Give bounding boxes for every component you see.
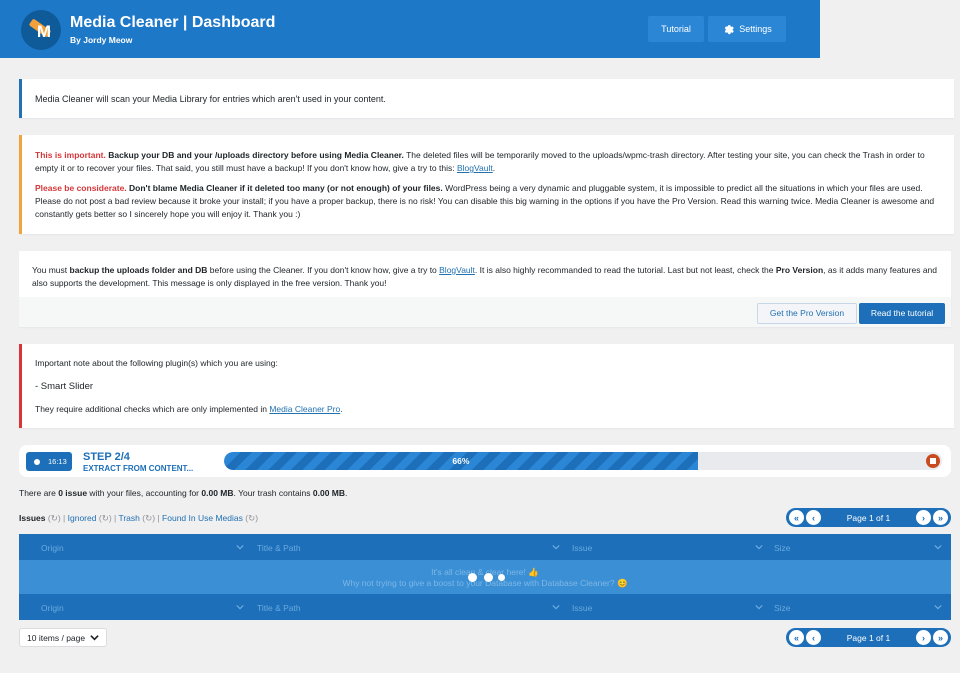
media-cleaner-logo: M xyxy=(21,10,61,50)
table-footer-header: Origin Title & Path Issue Size xyxy=(19,594,951,620)
plugin-compat-notice: Important note about the following plugi… xyxy=(19,344,954,428)
summary-text-2: with your files, accounting for xyxy=(87,488,202,498)
col-issue[interactable]: Issue xyxy=(572,543,592,553)
last-page-button[interactable]: » xyxy=(933,510,948,525)
plugin-notice-footer: They require additional checks which are… xyxy=(35,403,343,416)
chevron-down-icon xyxy=(90,635,99,641)
scan-summary: There are 0 issue with your files, accou… xyxy=(19,488,347,498)
progress-fill: 66% xyxy=(224,452,698,470)
pro-text-1: You must xyxy=(32,265,70,275)
pro-text-3: . It is also highly recommanded to read … xyxy=(474,265,776,275)
get-pro-version-button[interactable]: Get the Pro Version xyxy=(757,303,857,324)
filter-trash[interactable]: Trash xyxy=(118,513,139,523)
warning-paragraph-1: This is important. Backup your DB and yo… xyxy=(35,149,941,175)
scan-progress-card: 16:13 STEP 2/4 EXTRACT FROM CONTENT... 6… xyxy=(19,445,951,477)
read-tutorial-button[interactable]: Read the tutorial xyxy=(859,303,945,324)
chevron-down-icon xyxy=(552,544,560,550)
warning-bold-2: Don't blame Media Cleaner if it deleted … xyxy=(126,183,443,193)
filter-issues-count: (↻) xyxy=(47,513,61,523)
summary-text-4: . xyxy=(345,488,348,498)
pro-bold-2: Pro Version xyxy=(775,265,824,275)
blogvault-link-2[interactable]: BlogVault xyxy=(439,265,475,275)
summary-text-3: . Your trash contains xyxy=(233,488,313,498)
filter-tabs: Issues (↻) | Ignored (↻) | Trash (↻) | F… xyxy=(19,513,258,524)
summary-text-1: There are xyxy=(19,488,59,498)
plugin-text-2: . xyxy=(340,404,343,414)
pagination-bottom: « ‹ Page 1 of 1 › » xyxy=(786,628,951,647)
filter-trash-count: (↻) xyxy=(142,513,156,523)
summary-trash: 0.00 MB xyxy=(312,488,346,498)
timer-pill[interactable]: 16:13 xyxy=(26,452,72,471)
table-body: It's all clean & clear here! 👍 Why not t… xyxy=(19,560,951,594)
step-label: EXTRACT FROM CONTENT... xyxy=(83,464,194,473)
col-title-path[interactable]: Title & Path xyxy=(257,603,301,613)
last-page-button[interactable]: » xyxy=(933,630,948,645)
step-number: STEP 2/4 xyxy=(83,451,130,463)
filter-found-in-use[interactable]: Found In Use Medias xyxy=(162,513,243,523)
tutorial-button-label: Tutorial xyxy=(661,24,691,34)
pro-version-notice: You must backup the uploads folder and D… xyxy=(19,251,951,327)
warning-bold-1: Backup your DB and your /uploads directo… xyxy=(105,150,404,160)
chevron-down-icon xyxy=(236,544,244,550)
progress-percent: 66% xyxy=(452,456,470,466)
warning-end-1: . xyxy=(492,163,496,173)
col-size[interactable]: Size xyxy=(774,603,791,613)
col-size[interactable]: Size xyxy=(774,543,791,553)
plugin-name: - Smart Slider xyxy=(35,381,94,392)
chevron-down-icon xyxy=(755,544,763,550)
chevron-down-icon xyxy=(755,604,763,610)
filter-separator: | xyxy=(114,513,117,523)
chevron-down-icon xyxy=(934,544,942,550)
col-issue[interactable]: Issue xyxy=(572,603,592,613)
tutorial-button[interactable]: Tutorial xyxy=(648,16,704,42)
info-notice: Media Cleaner will scan your Media Libra… xyxy=(19,79,954,118)
items-per-page-value: 10 items / page xyxy=(27,632,86,643)
stop-icon[interactable] xyxy=(926,454,940,468)
progress-bar: 66% xyxy=(224,452,942,470)
chevron-down-icon xyxy=(934,604,942,610)
warning-paragraph-2: Please be considerate. Don't blame Media… xyxy=(35,182,941,221)
media-cleaner-pro-link[interactable]: Media Cleaner Pro xyxy=(269,404,340,414)
important-label: This is important. xyxy=(35,150,106,160)
filter-separator: | xyxy=(63,513,66,523)
settings-button[interactable]: Settings xyxy=(708,16,786,42)
page-title: Media Cleaner | Dashboard xyxy=(70,14,276,31)
col-title-path[interactable]: Title & Path xyxy=(257,543,301,553)
next-page-button[interactable]: › xyxy=(916,630,931,645)
pagination-top: « ‹ Page 1 of 1 › » xyxy=(786,508,951,527)
items-per-page-select[interactable]: 10 items / page xyxy=(19,628,107,647)
considerate-label: Please be considerate. xyxy=(35,183,127,193)
info-notice-text: Media Cleaner will scan your Media Libra… xyxy=(35,94,386,104)
table-header: Origin Title & Path Issue Size xyxy=(19,534,951,560)
next-page-button[interactable]: › xyxy=(916,510,931,525)
pause-icon xyxy=(34,458,40,465)
loading-spinner-icon xyxy=(468,572,508,582)
logo-letter: M xyxy=(36,21,52,41)
pro-notice-text: You must backup the uploads folder and D… xyxy=(32,264,938,290)
gear-icon xyxy=(724,25,735,35)
page-subtitle: By Jordy Meow xyxy=(70,35,133,45)
plugin-text-1: They require additional checks which are… xyxy=(35,404,270,414)
summary-size: 0.00 MB xyxy=(201,488,234,498)
pro-text-2: before using the Cleaner. If you don't k… xyxy=(207,265,440,275)
summary-issues: 0 issue xyxy=(58,488,88,498)
filter-separator: | xyxy=(157,513,160,523)
app-header: M Media Cleaner | Dashboard By Jordy Meo… xyxy=(0,0,820,58)
filter-issues[interactable]: Issues xyxy=(19,513,45,523)
timer-text: 16:13 xyxy=(48,457,67,466)
col-origin[interactable]: Origin xyxy=(41,603,64,613)
col-origin[interactable]: Origin xyxy=(41,543,64,553)
filter-ignored-count: (↻) xyxy=(98,513,112,523)
blogvault-link[interactable]: BlogVault xyxy=(457,163,493,173)
settings-button-label: Settings xyxy=(739,24,772,34)
plugin-notice-intro: Important note about the following plugi… xyxy=(35,358,278,368)
filter-found-count: (↻) xyxy=(245,513,259,523)
backup-warning-notice: This is important. Backup your DB and yo… xyxy=(19,135,954,234)
chevron-down-icon xyxy=(236,604,244,610)
pro-bold-1: backup the uploads folder and DB xyxy=(69,265,208,275)
filter-ignored[interactable]: Ignored xyxy=(68,513,97,523)
chevron-down-icon xyxy=(552,604,560,610)
